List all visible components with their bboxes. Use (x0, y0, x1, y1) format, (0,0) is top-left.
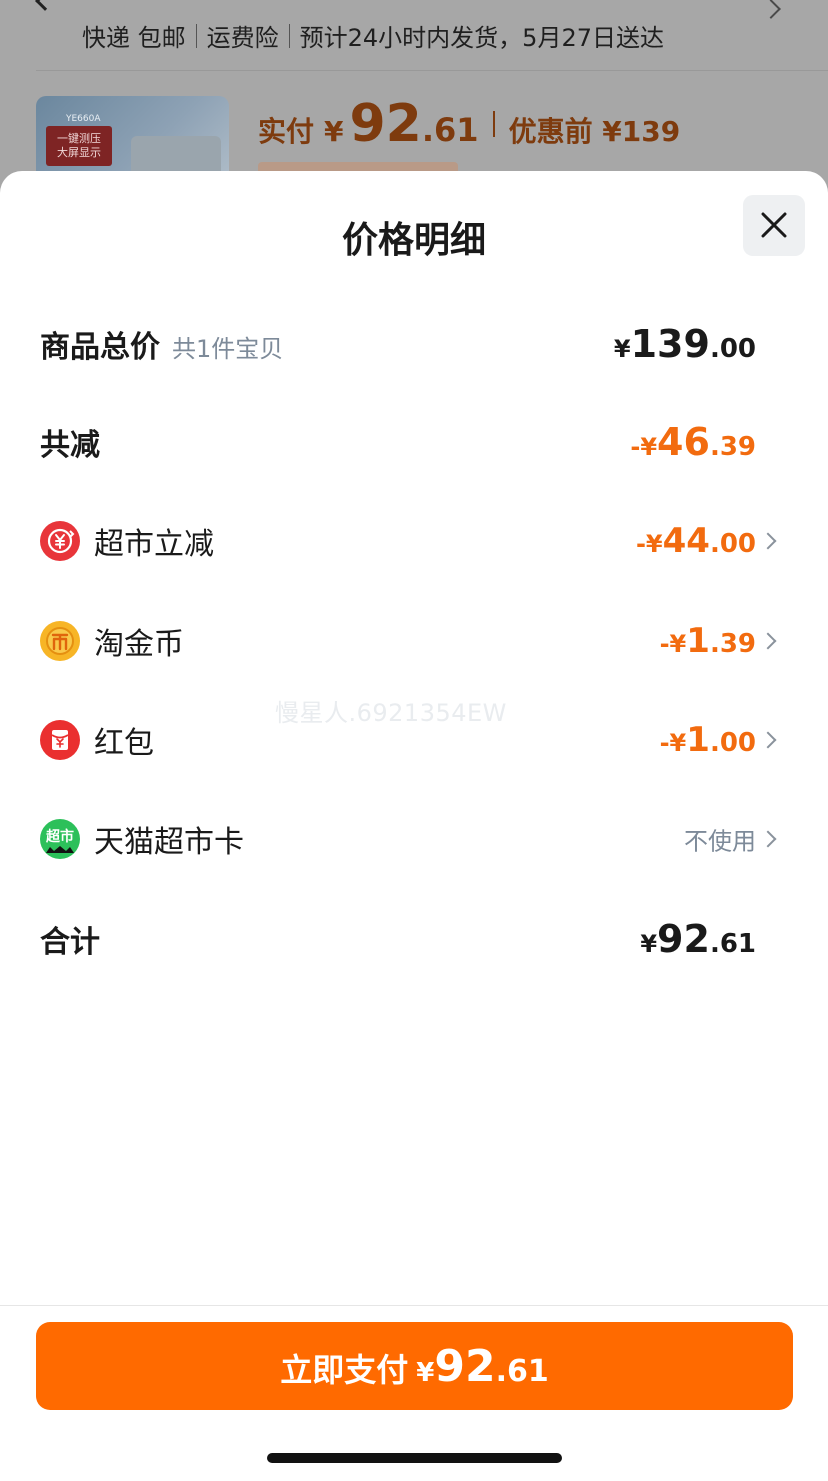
amount-decimal: .39 (709, 629, 756, 659)
supermarket-discount-label: 超市立减 (94, 527, 214, 562)
red-packet-amount: -¥ 1 .00 (660, 720, 756, 760)
amount-integer: 92 (657, 917, 710, 961)
pay-label: 立即支付 (280, 1350, 409, 1389)
home-indicator[interactable] (267, 1453, 562, 1463)
close-icon (761, 212, 787, 238)
total-discount-amount: -¥ 46 .39 (630, 420, 756, 464)
divider (288, 23, 290, 48)
currency: -¥ (630, 433, 658, 461)
chevron-right-icon (759, 632, 777, 650)
taojinbi-label: 淘金币 (94, 627, 184, 662)
currency: -¥ (635, 530, 663, 558)
original-price: 优惠前 ¥139 (508, 115, 681, 148)
watermark: 慢星人.6921354EW (275, 699, 507, 727)
tmall-card-label: 天猫超市卡 (94, 825, 244, 860)
chevron-right-icon (761, 0, 781, 19)
tmall-card-status: 不使用 (684, 827, 756, 856)
goods-total-label: 商品总价 (40, 330, 160, 365)
row-goods-total: 商品总价 共1件宝贝 ¥ 139 .00 (0, 314, 828, 374)
gold-coin-icon (40, 621, 80, 661)
taojinbi-amount: -¥ 1 .39 (660, 621, 756, 661)
back-chevron-icon (35, 0, 55, 11)
red-packet-icon (40, 720, 80, 760)
pay-button-content: 立即支付 ¥ 92 .61 (280, 1341, 549, 1392)
item-count: 共1件宝贝 (172, 335, 284, 363)
sheet-title: 价格明细 (341, 220, 486, 261)
row-total-discount: 共减 -¥ 46 .39 (0, 412, 828, 472)
row-taojinbi[interactable]: 淘金币 -¥ 1 .39 (0, 611, 828, 671)
shipping-insurance: 运费险 (206, 24, 279, 52)
chevron-right-icon (759, 731, 777, 749)
pay-decimal: .61 (495, 1353, 549, 1389)
amount-decimal: .61 (709, 929, 756, 959)
background-page: 快递 包邮 运费险 预计24小时内发货，5月27日送达 YE660A 一键测压 … (0, 0, 828, 206)
red-packet-label: 红包 (94, 726, 154, 761)
total-discount-label: 共减 (40, 428, 100, 463)
amount-integer: 139 (630, 322, 710, 366)
close-button[interactable] (743, 195, 805, 256)
tmall-supermarket-card-icon: 超市 (40, 819, 80, 859)
divider (36, 70, 828, 71)
product-model: YE660A (66, 114, 101, 124)
supermarket-discount-amount: -¥ 44 .00 (636, 521, 756, 561)
goods-total-amount: ¥ 139 .00 (614, 322, 756, 366)
yen-coupon-icon (40, 521, 80, 561)
subtotal-amount: ¥ 92 .61 (640, 917, 756, 961)
subtotal-label: 合计 (40, 925, 100, 960)
amount-integer: 1 (686, 720, 710, 760)
pay-now-button[interactable]: 立即支付 ¥ 92 .61 (36, 1322, 793, 1410)
currency: -¥ (659, 630, 687, 658)
screen: 快递 包邮 运费险 预计24小时内发货，5月27日送达 YE660A 一键测压 … (0, 0, 828, 1481)
paid-price: 实付 ¥ 92 .61 优惠前 ¥139 (258, 94, 680, 154)
shipping-method: 快递 包邮 (82, 24, 186, 52)
amount-decimal: .39 (709, 432, 756, 462)
paid-decimal: .61 (421, 111, 479, 149)
amount-decimal: .00 (709, 728, 756, 758)
row-supermarket-discount[interactable]: 超市立减 -¥ 44 .00 (0, 511, 828, 571)
amount-decimal: .00 (709, 334, 756, 364)
divider (492, 111, 495, 137)
currency: -¥ (659, 729, 687, 757)
amount-integer: 44 (662, 521, 710, 561)
chevron-right-icon (759, 532, 777, 550)
currency: ¥ (640, 930, 658, 958)
paid-currency: ¥ (324, 115, 344, 148)
amount-integer: 1 (686, 621, 710, 661)
product-badge: 一键测压 大屏显示 (46, 126, 112, 166)
chevron-right-icon (759, 830, 777, 848)
row-tmall-card[interactable]: 超市 天猫超市卡 不使用 (0, 809, 828, 869)
amount-decimal: .00 (709, 529, 756, 559)
price-detail-sheet: 价格明细 商品总价 共1件宝贝 ¥ 139 .00 共减 -¥ 46 .39 超… (0, 171, 828, 1481)
shipping-info: 快递 包邮 运费险 预计24小时内发货，5月27日送达 (82, 18, 664, 53)
currency: ¥ (613, 335, 631, 363)
amount-integer: 46 (657, 420, 710, 464)
delivery-estimate: 预计24小时内发货，5月27日送达 (299, 24, 664, 52)
paid-integer: 92 (349, 94, 422, 154)
divider (195, 23, 197, 48)
row-label: 商品总价 共1件宝贝 (40, 322, 283, 366)
paid-label: 实付 (258, 115, 315, 148)
row-subtotal: 合计 ¥ 92 .61 (0, 909, 828, 969)
pay-integer: 92 (434, 1340, 496, 1392)
divider (0, 1305, 828, 1306)
pay-currency: ¥ (416, 1357, 435, 1388)
